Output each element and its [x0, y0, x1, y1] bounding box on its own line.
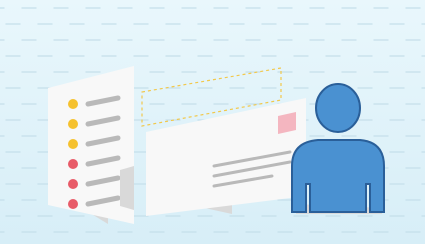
person-body	[291, 139, 385, 213]
bullet-yellow	[68, 99, 78, 109]
illustration-canvas	[0, 0, 425, 244]
person-head	[315, 83, 361, 133]
bullet-red	[68, 159, 78, 169]
bullet-red	[68, 199, 78, 209]
illustration-scene	[0, 0, 425, 244]
document-fold-shadow	[120, 166, 134, 210]
bullet-yellow	[68, 119, 78, 129]
bullet-red	[68, 179, 78, 189]
bullet-yellow	[68, 139, 78, 149]
document-icon	[48, 66, 134, 224]
